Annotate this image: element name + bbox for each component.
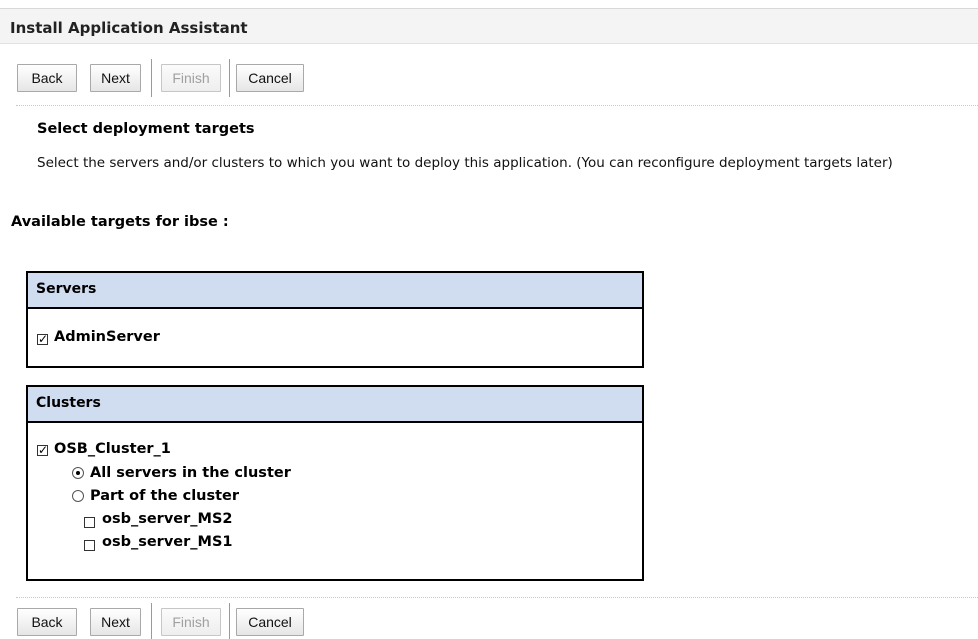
clusters-table: Clusters ✓ OSB_Cluster_1 All servers in … (26, 385, 644, 581)
divider (16, 105, 978, 106)
back-button[interactable]: Back (17, 608, 77, 636)
button-separator (229, 59, 230, 97)
servers-table: Servers ✓ AdminServer (26, 271, 644, 368)
osb-server-ms2-checkbox[interactable] (84, 517, 95, 528)
button-separator (229, 603, 230, 639)
clusters-header: Clusters (28, 387, 642, 423)
button-separator (151, 59, 152, 97)
available-targets-label: Available targets for ibse : (11, 214, 229, 230)
all-servers-label: All servers in the cluster (90, 465, 291, 481)
cancel-button[interactable]: Cancel (236, 608, 304, 636)
title-bar: Install Application Assistant (0, 8, 978, 44)
cluster-label: OSB_Cluster_1 (54, 441, 171, 457)
divider (16, 597, 978, 598)
all-servers-radio[interactable] (72, 467, 84, 479)
section-heading: Select deployment targets (37, 121, 255, 137)
osb-server-ms1-checkbox[interactable] (84, 540, 95, 551)
osb-server-ms1-label: osb_server_MS1 (102, 534, 233, 550)
install-assistant-page: Install Application Assistant Back Next … (0, 0, 978, 639)
next-button[interactable]: Next (90, 608, 141, 636)
window-title: Install Application Assistant (10, 19, 248, 37)
part-of-cluster-label: Part of the cluster (90, 488, 240, 504)
next-button[interactable]: Next (90, 64, 141, 92)
adminserver-checkbox[interactable]: ✓ (37, 333, 48, 345)
back-button[interactable]: Back (17, 64, 77, 92)
button-separator (151, 603, 152, 639)
finish-button[interactable]: Finish (161, 64, 221, 92)
adminserver-label: AdminServer (54, 329, 160, 345)
servers-header: Servers (28, 273, 642, 309)
instruction-text: Select the servers and/or clusters to wh… (37, 155, 893, 171)
part-of-cluster-radio[interactable] (72, 490, 84, 502)
cancel-button[interactable]: Cancel (236, 64, 304, 92)
osb-server-ms2-label: osb_server_MS2 (102, 511, 233, 527)
cluster-checkbox[interactable]: ✓ (37, 444, 48, 456)
finish-button[interactable]: Finish (161, 608, 221, 636)
